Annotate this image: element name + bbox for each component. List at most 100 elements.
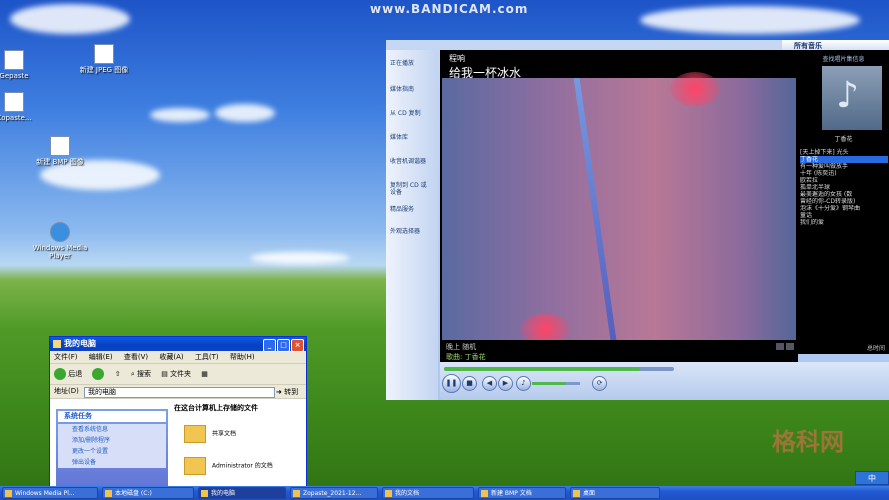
desktop-icon-jpeg[interactable]: 新建 JPEG 图像 [76, 44, 132, 74]
desktop-icon-bmp[interactable]: 新建 BMP 图像 [32, 136, 88, 166]
taskbar-item-my-documents[interactable]: 我的文档 [382, 487, 474, 499]
back-button[interactable]: 后退 [54, 368, 82, 380]
play-pause-button[interactable]: ❚❚ [442, 374, 461, 393]
playlist-item[interactable]: 丁香花 [800, 156, 888, 163]
nav-radio[interactable]: 收音机调谐器 [390, 158, 430, 165]
volume-slider[interactable] [532, 382, 580, 385]
playlist-panel: 查找唱片集信息 ♪ 丁香花 [天上掉下来] 光头 丁香花 有一种爱叫做放手 十年… [798, 50, 889, 340]
media-player-icon [50, 222, 70, 242]
task-view-system-info[interactable]: 查看系统信息 [58, 424, 166, 435]
taskbar-item-wmp[interactable]: Windows Media Pl... [2, 487, 98, 499]
desktop-icon-zopaste[interactable]: Zopaste... [0, 92, 42, 122]
volume-fill [532, 382, 566, 385]
address-label: 地址(D) [54, 387, 79, 395]
fullscreen-icon[interactable] [776, 343, 784, 350]
shuffle-button[interactable]: ⟳ [592, 376, 607, 391]
explorer-toolbar: 后退 ⇧ ⌕ 搜索 ▤ 文件夹 ▦ [50, 364, 306, 385]
playlist-item[interactable]: 童话 [800, 212, 888, 219]
address-bar: 地址(D) 我的电脑 ➜ 转到 [50, 385, 306, 399]
playlist-artist: 丁香花 [834, 136, 853, 143]
explorer-window: 我的电脑 _ □ × 文件(F) 编辑(E) 查看(V) 收藏(A) 工具(T) 帮… [49, 336, 307, 488]
folder-icon: ▤ [161, 370, 168, 378]
music-note-icon: ♪ [836, 75, 859, 116]
now-playing-screen: 程响 给我一杯冰水 [440, 50, 798, 344]
forward-button[interactable] [92, 368, 105, 380]
playlist-item[interactable]: 十年 (陈奕迅) [800, 170, 888, 177]
system-tasks-header[interactable]: 系统任务 [58, 411, 166, 422]
files-section-header: 在这台计算机上存储的文件 [174, 404, 258, 412]
task-change-setting[interactable]: 更改一个设置 [58, 446, 166, 457]
back-arrow-icon [54, 368, 66, 380]
input-method-indicator[interactable]: 中 [855, 471, 889, 485]
nav-now-playing[interactable]: 正在播放 [390, 60, 430, 67]
taskbar-item-zopaste[interactable]: Zopaste_2021-12... [290, 487, 378, 499]
playlist-item[interactable]: 我们的爱 [800, 219, 888, 226]
nav-library[interactable]: 媒体库 [390, 134, 430, 141]
mute-button[interactable]: ♪ [516, 376, 531, 391]
taskbar-item-local-disk[interactable]: 本地磁盘 (C:) [102, 487, 194, 499]
image-file-icon [94, 44, 114, 64]
desktop: www.BANDICAM.com Gepaste 新建 JPEG 图像 Zopa… [0, 0, 889, 500]
nav-rip-cd[interactable]: 从 CD 复制 [390, 110, 430, 117]
folder-shared-documents[interactable]: 共享文档 [184, 425, 302, 443]
menu-tools[interactable]: 工具(T) [195, 353, 219, 361]
menu-view[interactable]: 查看(V) [124, 353, 148, 361]
view-icon[interactable] [786, 343, 794, 350]
playlist-item[interactable]: 有一种爱叫做放手 [800, 163, 888, 170]
media-player-icon [5, 490, 12, 497]
stop-button[interactable]: ■ [462, 376, 477, 391]
nav-premium-services[interactable]: 精品服务 [390, 206, 430, 213]
explorer-menubar: 文件(F) 编辑(E) 查看(V) 收藏(A) 工具(T) 帮助(H) [50, 351, 306, 364]
nav-media-guide[interactable]: 媒体指南 [390, 86, 430, 93]
taskbar-item-my-computer[interactable]: 我的电脑 [198, 487, 286, 499]
folder-admin-documents[interactable]: Administrator 的文档 [184, 457, 302, 475]
menu-file[interactable]: 文件(F) [54, 353, 78, 361]
desktop-icon-wmp[interactable]: Windows Media Player [32, 222, 88, 260]
desktop-icon-gepaste[interactable]: Gepaste [0, 50, 42, 80]
folders-button[interactable]: ▤ 文件夹 [161, 370, 191, 378]
menu-favorites[interactable]: 收藏(A) [159, 353, 183, 361]
image-file-icon [481, 490, 488, 497]
nav-skin-chooser[interactable]: 外观选择器 [390, 228, 430, 235]
nav-burn[interactable]: 复制到 CD 或设备 [390, 182, 430, 196]
find-album-info-link[interactable]: 查找唱片集信息 [798, 54, 889, 63]
maximize-button[interactable]: □ [277, 339, 290, 352]
playlist-item[interactable]: 最美邂逅的女孩 (数 [800, 191, 888, 198]
cloud [150, 108, 210, 122]
playlist-item[interactable]: 欧若拉 [800, 177, 888, 184]
task-add-remove-programs[interactable]: 添加/删除程序 [58, 435, 166, 446]
address-field[interactable]: 我的电脑 [84, 387, 275, 398]
close-button[interactable]: × [291, 339, 304, 352]
up-button[interactable]: ⇧ [115, 370, 121, 378]
menu-edit[interactable]: 编辑(E) [89, 353, 113, 361]
computer-icon [201, 490, 208, 497]
system-tasks-pane: 系统任务 查看系统信息 添加/删除程序 更改一个设置 弹出设备 [56, 409, 168, 487]
viz-glow [670, 72, 720, 106]
next-button[interactable]: ▶ [498, 376, 513, 391]
file-icon [4, 50, 24, 70]
explorer-titlebar[interactable]: 我的电脑 _ □ × [50, 337, 306, 352]
seek-bar[interactable] [444, 367, 674, 371]
taskbar-item-desktop[interactable]: 桌面 [570, 487, 660, 499]
menu-help[interactable]: 帮助(H) [230, 353, 255, 361]
views-button[interactable]: ▦ [201, 370, 208, 378]
search-button[interactable]: ⌕ 搜索 [131, 370, 151, 378]
taskbar-item-new-bmp[interactable]: 新建 BMP 文档 [478, 487, 566, 499]
folder-icon [184, 425, 206, 443]
cloud [10, 4, 130, 34]
taskbar: Windows Media Pl... 本地磁盘 (C:) 我的电脑 Zopas… [0, 486, 889, 500]
status-line-2: 歌曲: 丁香花 [446, 353, 486, 361]
explorer-title: 我的电脑 [64, 339, 96, 348]
folder-icon [184, 457, 206, 475]
playlist-item[interactable]: 泡沫《十分爱》钢琴曲 [800, 205, 888, 212]
task-eject-device[interactable]: 弹出设备 [58, 457, 166, 468]
minimize-button[interactable]: _ [263, 339, 276, 352]
desktop-icon [573, 490, 580, 497]
cloud [640, 6, 860, 34]
playlist-item[interactable]: 曾经的你-CD转录版) [800, 198, 888, 205]
go-button[interactable]: ➜ 转到 [276, 386, 298, 399]
playlist-item[interactable]: 孤单北半球 [800, 184, 888, 191]
views-icon: ▦ [201, 370, 208, 378]
previous-button[interactable]: ◀ [482, 376, 497, 391]
visualization [442, 72, 796, 344]
